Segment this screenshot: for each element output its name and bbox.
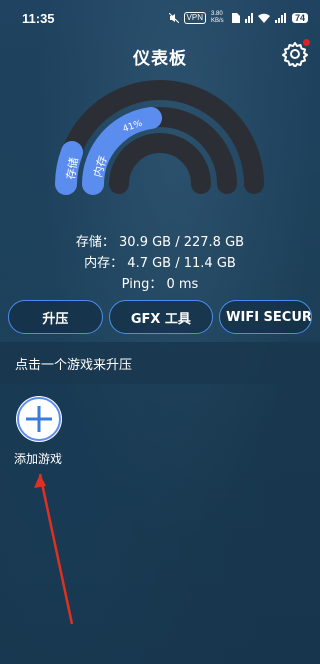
wifi-security-button[interactable]: WIFI SECUR… (219, 300, 312, 334)
tool-buttons: 升压 GFX 工具 WIFI SECUR… (8, 300, 312, 334)
plus-icon (17, 397, 61, 441)
boost-button[interactable]: 升压 (8, 300, 103, 334)
network-speed: 3.80 KB/s (210, 11, 224, 24)
battery-indicator: 74 (291, 13, 308, 23)
add-game-label: 添加游戏 (14, 452, 63, 466)
add-game-button[interactable]: 添加游戏 (14, 396, 74, 467)
status-icons: VPN 3.80 KB/s 74 (168, 11, 308, 25)
sim-icon (231, 13, 240, 23)
red-arrow-annotation (34, 473, 74, 625)
gfx-tool-button[interactable]: GFX 工具 (108, 300, 214, 334)
add-icon-circle[interactable] (16, 396, 62, 442)
signal-bars-icon (274, 13, 286, 23)
vpn-badge: VPN (183, 12, 206, 24)
ping-stat: Ping： 0 ms (121, 277, 199, 292)
storage-stat: 存储： 30.9 GB / 227.8 GB (75, 235, 245, 250)
usage-gauge: 存储 内存 41% (55, 80, 264, 195)
gauge-track-core (109, 133, 211, 194)
page-title: 仪表板 (133, 49, 187, 69)
mute-icon (168, 13, 179, 23)
memory-stat: 内存： 4.7 GB / 11.4 GB (84, 256, 236, 271)
wifi-icon (257, 13, 270, 23)
status-bar: 11:35 VPN 3.80 KB/s 74 (0, 0, 320, 36)
settings-button[interactable] (282, 39, 310, 68)
notification-dot (303, 39, 310, 46)
hint-text: 点击一个游戏来升压 (15, 357, 133, 373)
usage-stats: 存储： 30.9 GB / 227.8 GB 内存： 4.7 GB / 11.4… (0, 232, 320, 295)
status-time: 11:35 (22, 10, 55, 26)
hint-bar: 点击一个游戏来升压 (0, 342, 320, 384)
signal-icon (244, 13, 253, 23)
